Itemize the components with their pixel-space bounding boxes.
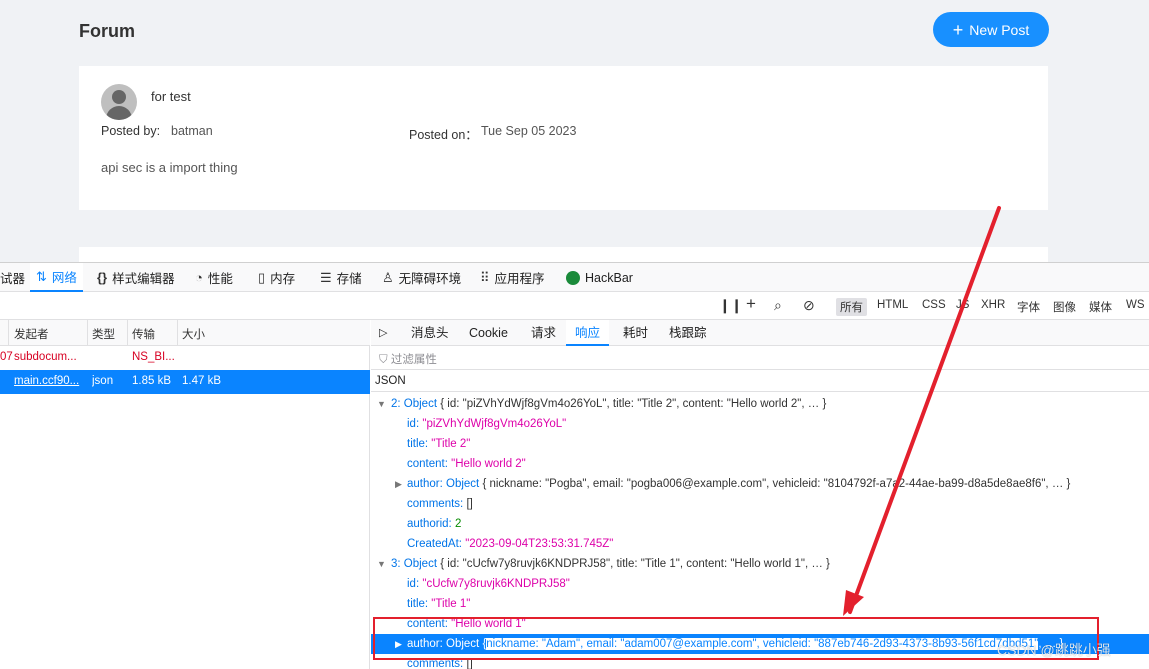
new-post-label: New Post — [969, 21, 1030, 38]
search-icon[interactable]: ⌕ — [774, 297, 782, 314]
tab-style-editor[interactable]: {} 样式编辑器 — [97, 263, 175, 292]
request-list: 发起者 类型 传输 大小 07 subdocum... NS_BI... mai… — [0, 320, 370, 669]
devtools-tabbar: 试器 ⇅ 网络 {} 样式编辑器 ◔ 性能 ▯ 内存 ☰ 存储 ♙ 无障碍环境 … — [0, 263, 1149, 292]
column-initiator[interactable]: 发起者 — [14, 326, 49, 342]
tab-headers[interactable]: 消息头 — [409, 320, 451, 346]
expand-toggle-icon[interactable]: ▼ — [377, 394, 386, 414]
filter-font[interactable]: 字体 — [1013, 298, 1044, 316]
post-title[interactable]: for test — [151, 89, 191, 104]
json-prop[interactable]: title: "Title 1" — [371, 594, 1149, 614]
tab-stack-trace[interactable]: 栈跟踪 — [667, 320, 709, 346]
json-node-author[interactable]: ▶ author: Object { nickname: "Pogba", em… — [371, 474, 1149, 494]
detail-tabs: ▷ 消息头 Cookie 请求 响应 耗时 栈跟踪 — [371, 320, 1149, 346]
filter-all[interactable]: 所有 — [836, 298, 867, 316]
column-transfer[interactable]: 传输 — [132, 326, 155, 342]
column-type[interactable]: 类型 — [92, 326, 115, 342]
filter-html[interactable]: HTML — [873, 298, 912, 312]
tab-hackbar[interactable]: HackBar — [566, 263, 633, 292]
network-arrows-icon: ⇅ — [36, 268, 47, 284]
clear-icon[interactable]: ⊘ — [803, 297, 815, 314]
tab-request[interactable]: 请求 — [529, 320, 558, 346]
filter-image[interactable]: 图像 — [1049, 298, 1080, 316]
column-size[interactable]: 大小 — [182, 326, 205, 342]
tab-application[interactable]: ⠿ 应用程序 — [480, 263, 545, 292]
response-panel: ▷ 消息头 Cookie 请求 响应 耗时 栈跟踪 ⛉ 过滤属性 JSON ▼ … — [371, 320, 1149, 669]
filter-xhr[interactable]: XHR — [977, 298, 1009, 312]
avatar — [101, 84, 137, 120]
json-node-2[interactable]: ▼ 2: Object { id: "piZVhYdWjf8gVm4o26YoL… — [371, 394, 1149, 414]
post-body: api sec is a import thing — [101, 160, 238, 175]
gauge-icon: ◔ — [195, 270, 203, 285]
braces-icon: {} — [97, 270, 108, 285]
tab-response[interactable]: 响应 — [566, 320, 610, 346]
tab-accessibility[interactable]: ♙ 无障碍环境 — [382, 263, 461, 292]
posted-by-label: Posted by: — [101, 124, 161, 138]
request-list-header: 发起者 类型 传输 大小 — [0, 320, 370, 346]
filter-css[interactable]: CSS — [918, 298, 950, 312]
json-node-3[interactable]: ▼ 3: Object { id: "cUcfw7y8ruvjk6KNDPRJ5… — [371, 554, 1149, 574]
request-row-selected[interactable]: main.ccf90... json 1.85 kB 1.47 kB — [0, 370, 370, 394]
post-date: Tue Sep 05 2023 — [481, 124, 577, 138]
plus-icon[interactable]: + — [746, 294, 756, 314]
filter-js[interactable]: JS — [952, 298, 973, 312]
post-author: batman — [171, 124, 213, 138]
tab-storage[interactable]: ☰ 存储 — [320, 263, 362, 292]
collapse-toggle-icon[interactable]: ▶ — [395, 634, 402, 654]
json-prop[interactable]: id: "cUcfw7y8ruvjk6KNDPRJ58" — [371, 574, 1149, 594]
devtools-panel: 试器 ⇅ 网络 {} 样式编辑器 ◔ 性能 ▯ 内存 ☰ 存储 ♙ 无障碍环境 … — [0, 262, 1149, 669]
tab-memory[interactable]: ▯ 内存 — [258, 263, 295, 292]
filter-ws[interactable]: WS — [1122, 298, 1149, 312]
posted-on-label: Posted on： — [409, 128, 478, 142]
filter-media[interactable]: 媒体 — [1085, 298, 1116, 316]
collapse-toggle-icon[interactable]: ▶ — [395, 474, 402, 494]
filter-properties-input[interactable]: ⛉ 过滤属性 — [371, 346, 1149, 370]
watermark: CSDN @跳跳小强 — [997, 642, 1111, 658]
hackbar-icon — [566, 270, 580, 285]
tab-debugger[interactable]: 试器 — [0, 263, 25, 292]
tab-timings[interactable]: 耗时 — [621, 320, 650, 346]
json-prop[interactable]: CreatedAt: "2023-09-04T23:53:31.745Z" — [371, 534, 1149, 554]
grid-icon: ⠿ — [480, 269, 490, 285]
json-prop[interactable]: comments: [] — [371, 494, 1149, 514]
post-card[interactable]: for test Posted by: batman Posted on： Tu… — [79, 66, 1048, 210]
accessibility-icon: ♙ — [382, 269, 394, 285]
expand-toggle-icon[interactable]: ▼ — [377, 554, 386, 574]
json-prop[interactable]: authorid: 2 — [371, 514, 1149, 534]
toggle-sidebar-icon[interactable]: ▷ — [377, 320, 389, 346]
storage-icon: ☰ — [320, 269, 332, 285]
filter-placeholder: ⛉ 过滤属性 — [379, 354, 437, 366]
pause-icon[interactable]: ❙❙ — [719, 297, 742, 314]
tab-performance[interactable]: ◔ 性能 — [195, 263, 233, 292]
tab-cookie[interactable]: Cookie — [467, 320, 510, 346]
json-prop[interactable]: id: "piZVhYdWjf8gVm4o26YoL" — [371, 414, 1149, 434]
json-prop[interactable]: content: "Hello world 1" — [371, 614, 1149, 634]
chip-icon: ▯ — [258, 269, 266, 285]
request-row[interactable]: 07 subdocum... NS_BI... — [0, 346, 370, 370]
selected-text: nickname: "Adam", email: "adam007@exampl… — [486, 638, 1039, 650]
forum-page: Forum + New Post for test Posted by: bat… — [0, 0, 1149, 267]
plus-icon: + — [952, 19, 964, 40]
tab-network[interactable]: ⇅ 网络 — [30, 263, 83, 292]
json-header[interactable]: JSON — [371, 370, 1149, 392]
network-filterbar: ❙❙ + ⌕ ⊘ 所有 HTML CSS JS XHR 字体 图像 媒体 WS — [0, 292, 1149, 320]
json-prop[interactable]: content: "Hello world 2" — [371, 454, 1149, 474]
page-title: Forum — [79, 21, 135, 41]
json-prop[interactable]: title: "Title 2" — [371, 434, 1149, 454]
new-post-button[interactable]: + New Post — [933, 12, 1049, 47]
